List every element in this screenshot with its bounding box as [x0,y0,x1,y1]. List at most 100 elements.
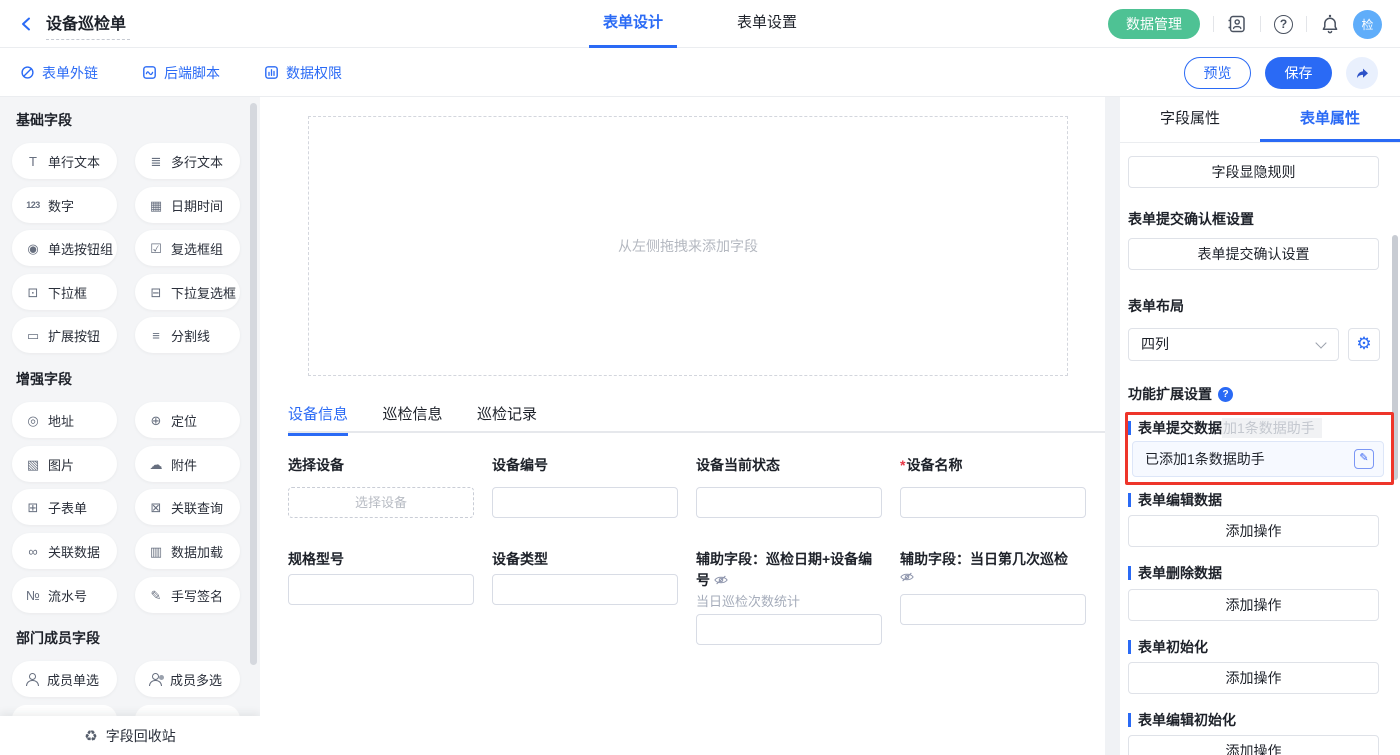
submit-confirm-settings-button[interactable]: 表单提交确认设置 [1128,238,1379,270]
field-aux-date-deviceno[interactable]: 辅助字段：巡检日期+设备编号 当日巡检次数统计 [696,549,882,645]
field-device-name[interactable]: *设备名称 [900,455,1086,518]
field-item-single-text[interactable]: T单行文本 [12,143,117,179]
panel-scrollbar[interactable] [1392,235,1398,480]
tab-inspection-info[interactable]: 巡检信息 [382,403,442,433]
field-item-label: 定位 [171,411,197,430]
page-title[interactable]: 设备巡检单 [46,8,130,40]
group-accent-bar [1128,493,1131,507]
field-item-address[interactable]: ◎地址 [12,402,117,438]
add-action-button-edit-data[interactable]: 添加操作 [1128,515,1379,547]
gear-icon: ⚙ [1356,334,1371,353]
select-device-input[interactable] [288,487,474,518]
help-badge-icon[interactable]: ? [1218,387,1233,402]
backend-script-action[interactable]: 后端脚本 [142,63,220,83]
field-device-status[interactable]: 设备当前状态 [696,455,882,518]
signature-pen-icon: ✎ [148,589,164,602]
group-form-edit-init: 表单编辑初始化 [1128,710,1236,730]
device-status-input[interactable] [696,487,882,518]
external-link-action[interactable]: 表单外链 [20,63,98,83]
field-item-member-single[interactable]: 成员单选 [12,661,117,697]
field-item-image[interactable]: ▧图片 [12,446,117,482]
field-item-attachment[interactable]: ☁附件 [135,446,240,482]
device-name-input[interactable] [900,487,1086,518]
field-item-label: 扩展按钮 [48,326,100,345]
chevron-down-icon [1315,337,1326,348]
tab-inspection-record[interactable]: 巡检记录 [477,403,537,433]
field-label: 设备编号 [492,455,678,476]
back-icon[interactable] [18,15,36,33]
preview-button[interactable]: 预览 [1184,57,1251,89]
field-item-location[interactable]: ⊕ 定位 [135,402,240,438]
group-form-init: 表单初始化 [1128,637,1208,657]
add-action-button-edit-init[interactable]: 添加操作 [1128,735,1379,755]
field-item-member-multi[interactable]: 成员多选 [135,661,240,697]
help-icon[interactable]: ? [1274,15,1293,34]
tab-form-settings[interactable]: 表单设置 [723,0,811,48]
field-item-radio-group[interactable]: ◉单选按钮组 [12,230,117,266]
field-aux-daily-count[interactable]: 辅助字段：当日第几次巡检 [900,549,1086,625]
tab-form-design[interactable]: 表单设计 [589,0,677,48]
field-item-dropdown[interactable]: ⊡下拉框 [12,274,117,310]
location-icon: ⊕ [148,414,164,427]
field-item-label: 关联查询 [171,498,223,517]
calendar-icon: ▦ [148,199,164,212]
field-spec-model[interactable]: 规格型号 [288,549,474,605]
field-item-label: 数据加载 [171,542,223,561]
field-item-relate-data[interactable]: ∞关联数据 [12,533,117,569]
attachment-cloud-icon: ☁ [148,458,164,471]
data-permission-action[interactable]: 数据权限 [264,63,342,83]
user-icon [25,673,40,686]
relate-query-icon: ⊠ [148,501,164,514]
field-select-device[interactable]: 选择设备 [288,455,474,518]
serial-number-icon: № [25,589,41,602]
field-item-checkbox-group[interactable]: ☑复选框组 [135,230,240,266]
single-text-icon: T [25,155,41,168]
tab-device-info[interactable]: 设备信息 [288,403,348,436]
dropzone[interactable]: 从左侧拖拽来添加字段 [308,116,1068,376]
field-item-subform[interactable]: ⊞子表单 [12,489,117,525]
device-type-input[interactable] [492,574,678,605]
save-button[interactable]: 保存 [1265,57,1332,89]
required-mark: * [900,457,905,473]
field-item-data-load[interactable]: ▥数据加载 [135,533,240,569]
add-action-button-delete-data[interactable]: 添加操作 [1128,589,1379,621]
sidebar-scrollbar[interactable] [250,103,257,665]
notification-bell-icon[interactable] [1320,14,1340,35]
field-item-multi-text[interactable]: ≣多行文本 [135,143,240,179]
field-item-serial-number[interactable]: №流水号 [12,577,117,613]
aux-daily-count-input[interactable] [900,594,1086,625]
layout-select[interactable]: 四列 [1128,328,1339,361]
share-button[interactable] [1346,57,1378,89]
add-action-button-init[interactable]: 添加操作 [1128,662,1379,694]
tab-field-properties[interactable]: 字段属性 [1120,97,1260,142]
group-accent-bar [1128,713,1131,727]
field-library-sidebar: 基础字段 T单行文本 ≣多行文本 123数字 ▦日期时间 ◉单选按钮组 ☑复选框… [0,97,260,755]
field-recycle-bin[interactable]: ♻ 字段回收站 [0,716,260,755]
contact-book-icon[interactable] [1227,14,1247,34]
tab-form-properties[interactable]: 表单属性 [1260,97,1400,142]
field-label: 设备当前状态 [696,455,882,476]
spec-model-input[interactable] [288,574,474,605]
field-device-type[interactable]: 设备类型 [492,549,678,605]
avatar[interactable]: 检 [1353,10,1382,39]
device-no-input[interactable] [492,487,678,518]
edit-icon[interactable]: ✎ [1354,449,1374,469]
aux-date-deviceno-input[interactable] [696,614,882,645]
field-item-number[interactable]: 123数字 [12,187,117,223]
field-item-label: 地址 [48,411,74,430]
field-item-divider[interactable]: ≡分割线 [135,317,240,353]
field-item-extend-button[interactable]: ▭扩展按钮 [12,317,117,353]
field-item-datetime[interactable]: ▦日期时间 [135,187,240,223]
multi-text-icon: ≣ [148,155,164,168]
field-item-relate-query[interactable]: ⊠ 关联查询 [135,489,240,525]
field-item-label: 单选按钮组 [48,239,113,258]
data-manage-button[interactable]: 数据管理 [1108,9,1200,39]
field-visibility-rules-button[interactable]: 字段显隐规则 [1128,156,1379,188]
data-assistant-added-box[interactable]: 已添加1条数据助手 ✎ [1132,441,1384,477]
field-label: 辅助字段：巡检日期+设备编号 [696,549,882,591]
layout-gear-button[interactable]: ⚙ [1348,328,1380,361]
extensions-section-title: 功能扩展设置 ? [1128,384,1233,404]
field-device-no[interactable]: 设备编号 [492,455,678,518]
field-item-signature[interactable]: ✎手写签名 [135,577,240,613]
field-item-multi-dropdown[interactable]: ⊟下拉复选框 [135,274,240,310]
